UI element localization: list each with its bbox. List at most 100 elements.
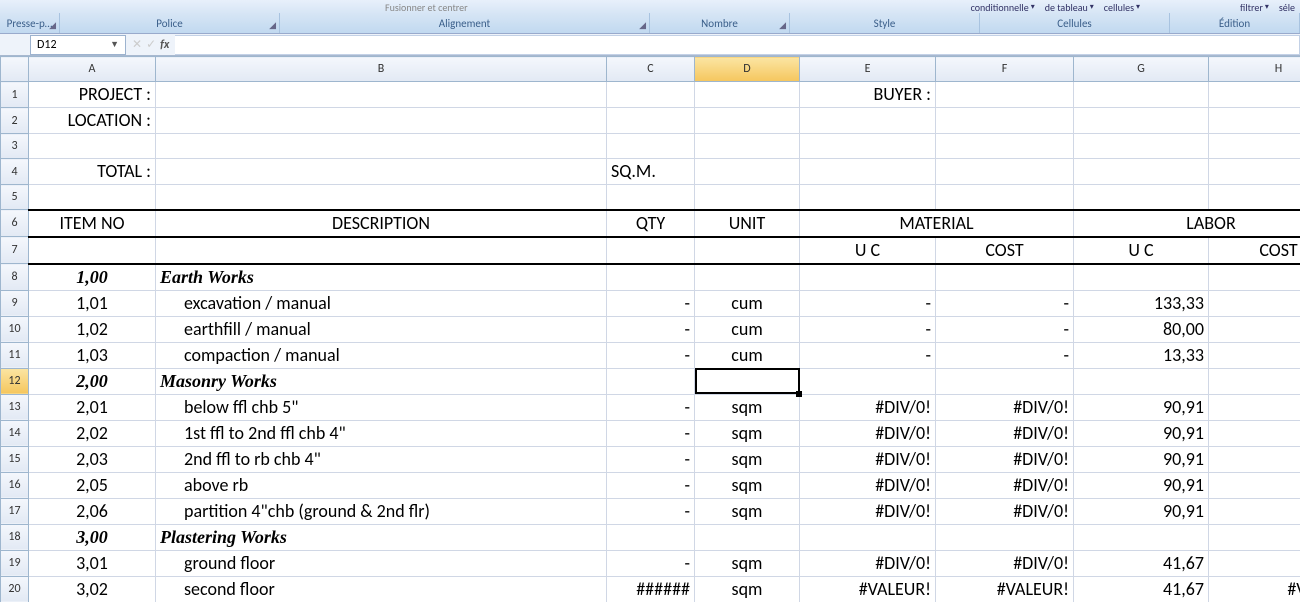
cell[interactable]: sqm bbox=[695, 447, 799, 472]
cell[interactable]: #DIV/0! bbox=[936, 473, 1073, 498]
cell[interactable]: - bbox=[607, 291, 694, 316]
cell[interactable]: #DIV/0! bbox=[800, 473, 935, 498]
label-total[interactable]: TOTAL : bbox=[29, 159, 155, 184]
hdr-desc[interactable]: DESCRIPTION bbox=[156, 211, 606, 236]
cell[interactable]: sqm bbox=[695, 551, 799, 576]
cell[interactable]: 3,02 bbox=[29, 577, 155, 602]
cell[interactable]: - bbox=[800, 291, 935, 316]
cell[interactable]: 41,67 bbox=[1074, 577, 1208, 602]
cell[interactable]: #VALEUR! bbox=[800, 577, 935, 602]
label-location[interactable]: LOCATION : bbox=[29, 108, 155, 133]
cell[interactable]: sqm bbox=[695, 577, 799, 602]
cell[interactable]: cum bbox=[695, 343, 799, 368]
cell[interactable]: - bbox=[607, 421, 694, 446]
cell[interactable]: 2,05 bbox=[29, 473, 155, 498]
cell[interactable]: #DIV/0! bbox=[936, 499, 1073, 524]
cell[interactable]: below ffl chb 5" bbox=[156, 395, 606, 420]
hdr-uc-mat[interactable]: U C bbox=[800, 238, 935, 263]
cell[interactable]: sqm bbox=[695, 421, 799, 446]
cell[interactable]: - bbox=[936, 343, 1073, 368]
cell[interactable]: 2nd ffl to rb chb 4" bbox=[156, 447, 606, 472]
name-box[interactable]: D12 ▼ bbox=[30, 35, 126, 55]
cell[interactable]: - bbox=[607, 551, 694, 576]
cell[interactable]: #DIV/0! bbox=[936, 447, 1073, 472]
cell[interactable]: 13,33 bbox=[1074, 343, 1208, 368]
cell[interactable]: cum bbox=[695, 317, 799, 342]
hdr-uc-lab[interactable]: U C bbox=[1074, 238, 1208, 263]
col-B[interactable]: B bbox=[156, 57, 607, 82]
hdr-qty[interactable]: QTY bbox=[607, 211, 694, 236]
col-H[interactable]: H bbox=[1209, 57, 1300, 82]
label-sqm[interactable]: SQ.M. bbox=[607, 159, 694, 184]
hdr-cost-lab[interactable]: COST bbox=[1209, 238, 1300, 263]
cell[interactable]: 1st ffl to 2nd ffl chb 4" bbox=[156, 421, 606, 446]
cell[interactable]: 3,00 bbox=[29, 525, 155, 550]
hdr-labor[interactable]: LABOR bbox=[1074, 211, 1300, 236]
cell[interactable]: ###### bbox=[607, 577, 694, 602]
cell[interactable]: #VALEUR! bbox=[936, 577, 1073, 602]
cell[interactable]: 1,03 bbox=[29, 343, 155, 368]
cell[interactable]: second floor bbox=[156, 577, 606, 602]
column-headers[interactable]: A B C D E F G H bbox=[1, 57, 1300, 82]
cell[interactable]: - bbox=[800, 343, 935, 368]
hdr-material[interactable]: MATERIAL bbox=[800, 211, 1073, 236]
cell[interactable]: above rb bbox=[156, 473, 606, 498]
col-D[interactable]: D bbox=[695, 57, 800, 82]
col-E[interactable]: E bbox=[800, 57, 936, 82]
select-all-corner[interactable] bbox=[1, 57, 29, 82]
cell[interactable]: - bbox=[936, 317, 1073, 342]
cell[interactable]: 90,91 bbox=[1074, 473, 1208, 498]
cell[interactable]: 90,91 bbox=[1074, 421, 1208, 446]
cell[interactable]: 2,00 bbox=[29, 369, 155, 394]
cell[interactable]: cum bbox=[695, 291, 799, 316]
cell[interactable]: 1,02 bbox=[29, 317, 155, 342]
label-buyer[interactable]: BUYER : bbox=[800, 82, 935, 107]
cell[interactable]: compaction / manual bbox=[156, 343, 606, 368]
active-cell[interactable] bbox=[695, 368, 800, 394]
cell[interactable]: 41,67 bbox=[1074, 551, 1208, 576]
cell[interactable]: Masonry Works bbox=[156, 369, 606, 394]
cell[interactable]: - bbox=[607, 447, 694, 472]
cell[interactable]: 2,06 bbox=[29, 499, 155, 524]
label-project[interactable]: PROJECT : bbox=[29, 82, 155, 107]
cell[interactable]: #DIV/0! bbox=[936, 395, 1073, 420]
col-F[interactable]: F bbox=[936, 57, 1074, 82]
cell[interactable]: partition 4"chb (ground & 2nd flr) bbox=[156, 499, 606, 524]
cell[interactable]: 3,01 bbox=[29, 551, 155, 576]
cell[interactable]: 90,91 bbox=[1074, 499, 1208, 524]
cell[interactable]: 133,33 bbox=[1074, 291, 1208, 316]
cell[interactable]: #DIV/0! bbox=[800, 551, 935, 576]
cell[interactable]: 2,01 bbox=[29, 395, 155, 420]
cell[interactable]: 2,02 bbox=[29, 421, 155, 446]
cell[interactable]: #DIV/0! bbox=[936, 551, 1073, 576]
cell[interactable]: excavation / manual bbox=[156, 291, 606, 316]
cell[interactable]: 80,00 bbox=[1074, 317, 1208, 342]
cell[interactable]: #DIV/0! bbox=[800, 447, 935, 472]
fx-icon[interactable]: fx bbox=[160, 38, 169, 52]
col-G[interactable]: G bbox=[1074, 57, 1209, 82]
cell[interactable]: #VALEU bbox=[1209, 577, 1300, 602]
cell[interactable]: ground floor bbox=[156, 551, 606, 576]
col-C[interactable]: C bbox=[607, 57, 695, 82]
hdr-unit[interactable]: UNIT bbox=[695, 211, 799, 236]
cell[interactable]: 1,01 bbox=[29, 291, 155, 316]
col-A[interactable]: A bbox=[29, 57, 156, 82]
cell[interactable]: - bbox=[607, 395, 694, 420]
name-box-dropdown-icon[interactable]: ▼ bbox=[110, 39, 119, 50]
cell[interactable]: - bbox=[607, 317, 694, 342]
cell[interactable]: 90,91 bbox=[1074, 395, 1208, 420]
cell[interactable]: sqm bbox=[695, 499, 799, 524]
cell[interactable]: #DIV/0! bbox=[800, 421, 935, 446]
formula-input[interactable] bbox=[175, 35, 1300, 55]
cell[interactable]: 90,91 bbox=[1074, 447, 1208, 472]
cell[interactable]: Plastering Works bbox=[156, 525, 606, 550]
cell[interactable]: #DIV/0! bbox=[936, 421, 1073, 446]
cell[interactable]: Earth Works bbox=[156, 265, 606, 290]
cell[interactable]: earthfill / manual bbox=[156, 317, 606, 342]
cell[interactable]: - bbox=[607, 473, 694, 498]
cell[interactable]: #DIV/0! bbox=[800, 395, 935, 420]
cell[interactable]: sqm bbox=[695, 473, 799, 498]
cell[interactable]: - bbox=[607, 499, 694, 524]
cell[interactable]: 1,00 bbox=[29, 265, 155, 290]
hdr-itemno[interactable]: ITEM NO bbox=[29, 211, 155, 236]
